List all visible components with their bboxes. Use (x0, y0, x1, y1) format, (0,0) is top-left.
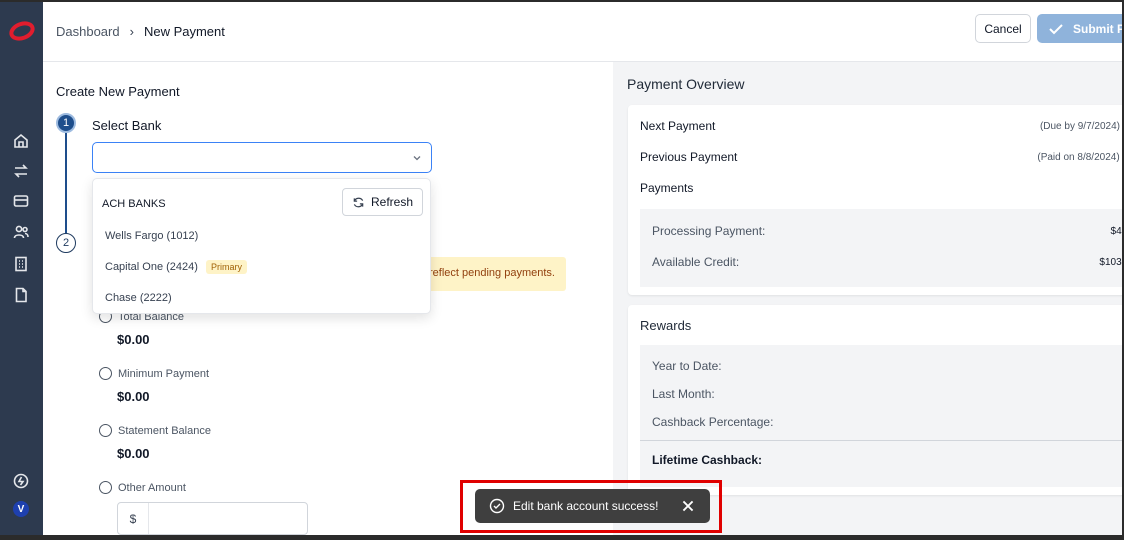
overview-card: Next Payment (Due by 9/7/2024) Previous … (628, 105, 1122, 295)
annotation-highlight-box (460, 480, 722, 533)
previous-payment-label: Previous Payment (640, 150, 738, 164)
payments-summary: Processing Payment: $4,7 Available Credi… (640, 209, 1122, 287)
breadcrumb-dashboard[interactable]: Dashboard (56, 24, 120, 39)
last-month-label: Last Month: (652, 387, 715, 401)
rewards-card: Rewards Year to Date: Last Month: Cashba… (628, 305, 1122, 495)
card-icon[interactable] (12, 192, 30, 210)
option-label: Statement Balance (118, 424, 211, 437)
refresh-label: Refresh (370, 195, 414, 209)
refresh-icon (353, 197, 364, 207)
processing-payment-label: Processing Payment: (652, 224, 766, 238)
previous-payment-paid: (Paid on 8/8/2024) $ (1037, 152, 1122, 163)
bank-option-capital-one[interactable]: Capital One (2424) Primary (105, 260, 247, 274)
lifetime-cashback-label: Lifetime Cashback: (652, 453, 763, 467)
total-balance-amount: $0.00 (117, 332, 150, 347)
users-icon[interactable] (12, 223, 30, 241)
home-icon[interactable] (12, 132, 30, 150)
app-window: V Dashboard › New Payment Cancel Submit … (0, 2, 1122, 535)
step-1-indicator: 1 (56, 113, 76, 133)
currency-prefix: $ (118, 503, 149, 534)
radio-button[interactable] (99, 367, 112, 380)
step-connector (65, 133, 67, 233)
submit-payment-button[interactable]: Submit Pa (1037, 14, 1122, 43)
page-header: Dashboard › New Payment Cancel Submit Pa (43, 2, 1122, 62)
option-statement-balance[interactable]: Statement Balance (99, 424, 211, 437)
payments-label: Payments (640, 181, 694, 195)
year-to-date-label: Year to Date: (652, 359, 722, 373)
next-payment-label: Next Payment (640, 119, 716, 133)
step-1-label: Select Bank (92, 118, 162, 133)
ach-banks-header: ACH BANKS (102, 198, 166, 210)
check-icon (1049, 23, 1063, 34)
cashback-percentage-label: Cashback Percentage: (652, 415, 774, 429)
available-credit-label: Available Credit: (652, 255, 740, 269)
processing-payment-value: $4,7 (1110, 226, 1122, 237)
user-avatar[interactable]: V (13, 501, 29, 517)
sidebar: V (0, 2, 43, 535)
radio-button[interactable] (99, 481, 112, 494)
breadcrumb-current: New Payment (143, 24, 225, 39)
pending-notice: reflect pending payments. (423, 257, 566, 291)
option-label: Minimum Payment (118, 367, 210, 380)
rewards-divider (640, 440, 1122, 441)
payment-overview-panel: Payment Overview Next Payment (Due by 9/… (614, 62, 1122, 535)
rewards-summary: Year to Date: Last Month: Cashback Perce… (640, 345, 1122, 487)
select-bank-dropdown[interactable] (92, 142, 432, 173)
submit-label: Submit Pa (1073, 21, 1122, 36)
bank-dropdown-menu: ACH BANKS Refresh Wells Fargo (1012) Cap… (92, 178, 431, 314)
refresh-button[interactable]: Refresh (342, 188, 423, 216)
step-2-indicator: 2 (56, 233, 76, 253)
rewards-title: Rewards (640, 318, 692, 333)
cancel-button[interactable]: Cancel (975, 14, 1031, 43)
option-other-amount[interactable]: Other Amount (99, 481, 186, 494)
next-payment-due: (Due by 9/7/2024) (1039, 121, 1120, 132)
primary-badge: Primary (205, 260, 247, 274)
bank-option-chase[interactable]: Chase (2222) (105, 292, 172, 304)
chevron-right-icon: › (129, 24, 134, 39)
screen-frame: V Dashboard › New Payment Cancel Submit … (0, 0, 1124, 540)
bank-option-label: Wells Fargo (1012) (105, 230, 199, 242)
other-amount-input[interactable]: $ (117, 502, 308, 535)
bank-option-label: Chase (2222) (105, 292, 172, 304)
available-credit-value: $103,4 (1099, 257, 1122, 268)
brand-logo[interactable] (9, 20, 35, 42)
chevron-down-icon (413, 156, 421, 161)
bank-option-label: Capital One (2424) (105, 261, 198, 273)
radio-button[interactable] (99, 424, 112, 437)
statement-balance-amount: $0.00 (117, 446, 150, 461)
breadcrumb: Dashboard › New Payment (56, 24, 225, 39)
bank-option-wells-fargo[interactable]: Wells Fargo (1012) (105, 230, 198, 242)
form-title: Create New Payment (56, 84, 180, 99)
option-label: Other Amount (118, 481, 186, 494)
help-icon[interactable] (12, 472, 30, 490)
transfer-icon[interactable] (12, 162, 30, 180)
overview-title: Payment Overview (627, 76, 745, 92)
document-icon[interactable] (12, 286, 30, 304)
minimum-payment-amount: $0.00 (117, 389, 150, 404)
option-minimum-payment[interactable]: Minimum Payment (99, 367, 209, 380)
building-icon[interactable] (12, 255, 30, 273)
